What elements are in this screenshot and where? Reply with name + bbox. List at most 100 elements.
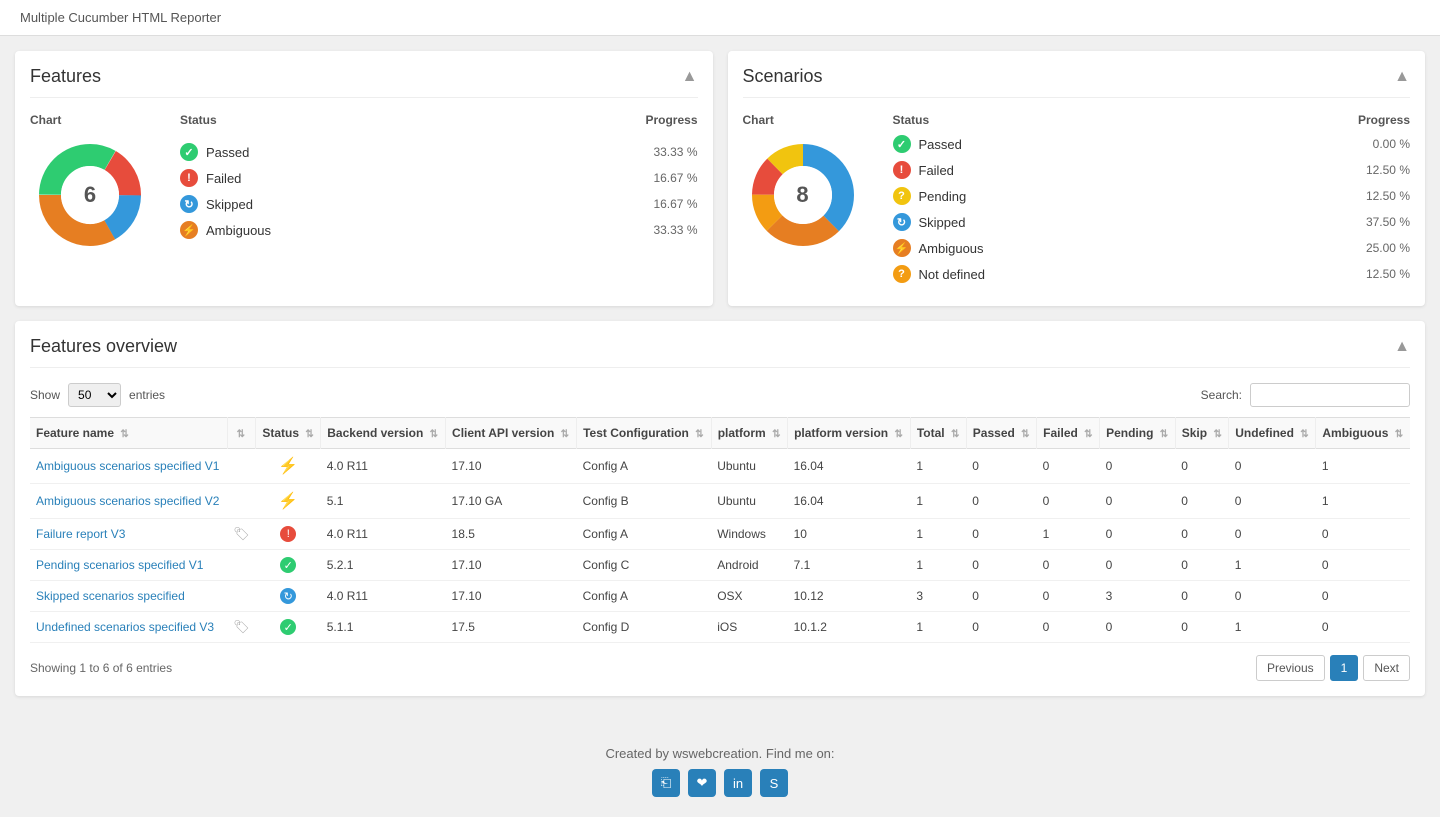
status-pct-passed: 33.33 % (653, 145, 697, 159)
td-status: ✓ (256, 612, 321, 643)
td-skip: 0 (1175, 519, 1229, 550)
search-label: Search: (1201, 388, 1242, 402)
th-ambiguous[interactable]: Ambiguous ⇅ (1316, 418, 1410, 449)
td-client-api: 17.5 (446, 612, 577, 643)
th-test-config[interactable]: Test Configuration ⇅ (577, 418, 712, 449)
sort-feature-name: ⇅ (120, 429, 128, 440)
feature-link[interactable]: Undefined scenarios specified V3 (36, 620, 214, 634)
scenarios-panel-header: Scenarios ▲ (743, 66, 1411, 98)
td-undefined: 0 (1229, 484, 1316, 519)
sort-passed: ⇅ (1021, 429, 1029, 440)
td-platform-version: 7.1 (788, 550, 911, 581)
feature-link[interactable]: Ambiguous scenarios specified V1 (36, 459, 219, 473)
td-platform: Android (711, 550, 787, 581)
th-pending[interactable]: Pending ⇅ (1100, 418, 1176, 449)
search-input[interactable] (1250, 383, 1410, 407)
td-test-config: Config C (577, 550, 712, 581)
sc-status-icon-skipped: ↻ (893, 213, 911, 231)
entries-select[interactable]: 50 10 25 100 (68, 383, 121, 407)
scenarios-status-area: ✓ Passed 0.00 % ! Failed 12.50 % ? Pendi… (893, 135, 1411, 291)
td-feature-name: Ambiguous scenarios specified V2 (30, 484, 227, 519)
scenarios-col-headers: Chart Status Progress (743, 113, 1411, 127)
td-passed: 0 (966, 519, 1036, 550)
feature-link[interactable]: Skipped scenarios specified (36, 589, 185, 603)
page-1-button[interactable]: 1 (1330, 655, 1359, 681)
td-backend: 4.0 R11 (321, 581, 446, 612)
scenarios-status-row: ↻ Skipped 37.50 % (893, 213, 1411, 231)
td-platform: Ubuntu (711, 449, 787, 484)
td-ambiguous: 0 (1316, 519, 1410, 550)
overview-panel: Features overview ▲ Show 50 10 25 100 en… (15, 321, 1425, 696)
sort-status: ⇅ (305, 429, 313, 440)
sc-status-pct-pending: 12.50 % (1366, 189, 1410, 203)
status-label-passed: Passed (206, 145, 653, 160)
th-passed[interactable]: Passed ⇅ (966, 418, 1036, 449)
features-status-row: ! Failed 16.67 % (180, 169, 698, 187)
th-failed[interactable]: Failed ⇅ (1037, 418, 1100, 449)
main-content: Features ▲ Chart Status Progress (0, 36, 1440, 726)
td-pending: 0 (1100, 519, 1176, 550)
features-title: Features (30, 66, 101, 87)
next-button[interactable]: Next (1363, 655, 1410, 681)
features-toggle[interactable]: ▲ (682, 68, 698, 86)
show-label: Show (30, 388, 60, 402)
sort-client-api: ⇅ (561, 429, 569, 440)
td-undefined: 1 (1229, 612, 1316, 643)
th-total[interactable]: Total ⇅ (910, 418, 966, 449)
github-icon[interactable]: ❤ (688, 769, 716, 797)
top-bar: Multiple Cucumber HTML Reporter (0, 0, 1440, 36)
th-status[interactable]: Status ⇅ (256, 418, 321, 449)
tag-icon: 🏷 (233, 619, 250, 635)
show-entries: Show 50 10 25 100 entries (30, 383, 165, 407)
th-platform-version[interactable]: platform version ⇅ (788, 418, 911, 449)
rss-icon[interactable]: ⎗ (652, 769, 680, 797)
td-ambiguous: 1 (1316, 484, 1410, 519)
table-row: Ambiguous scenarios specified V2 ⚡ 5.1 1… (30, 484, 1410, 519)
th-backend[interactable]: Backend version ⇅ (321, 418, 446, 449)
status-label-failed: Failed (206, 171, 653, 186)
showing-text: Showing 1 to 6 of 6 entries (30, 661, 172, 675)
th-platform[interactable]: platform ⇅ (711, 418, 787, 449)
feature-link[interactable]: Failure report V3 (36, 527, 125, 541)
scenarios-center-number: 8 (796, 182, 808, 208)
sort-undefined: ⇅ (1300, 429, 1308, 440)
th-client-api[interactable]: Client API version ⇅ (446, 418, 577, 449)
scenarios-col-chart: Chart (743, 113, 893, 127)
top-panels: Features ▲ Chart Status Progress (15, 51, 1425, 306)
status-icon-skipped: ↻ (180, 195, 198, 213)
sort-skip: ⇅ (1213, 429, 1221, 440)
status-label-skipped: Skipped (206, 197, 653, 212)
table-row: Pending scenarios specified V1 ✓ 5.2.1 1… (30, 550, 1410, 581)
td-pending: 0 (1100, 484, 1176, 519)
th-undefined[interactable]: Undefined ⇅ (1229, 418, 1316, 449)
td-total: 1 (910, 484, 966, 519)
table-header-row: Feature name ⇅ ⇅ Status ⇅ Backend versio… (30, 418, 1410, 449)
td-skip: 0 (1175, 612, 1229, 643)
features-col-status: Status (180, 113, 618, 127)
sc-status-icon-ambiguous: ⚡ (893, 239, 911, 257)
scenarios-col-progress: Progress (1330, 113, 1410, 127)
row-status-icon: ✓ (280, 619, 296, 635)
td-undefined: 0 (1229, 581, 1316, 612)
sc-status-label-ambiguous: Ambiguous (919, 241, 1366, 256)
features-status-row: ↻ Skipped 16.67 % (180, 195, 698, 213)
scenarios-status-row: ⚡ Ambiguous 25.00 % (893, 239, 1411, 257)
scenarios-toggle[interactable]: ▲ (1394, 68, 1410, 86)
td-feature-name: Undefined scenarios specified V3 (30, 612, 227, 643)
linkedin-icon[interactable]: in (724, 769, 752, 797)
features-status-row: ⚡ Ambiguous 33.33 % (180, 221, 698, 239)
td-backend: 5.1 (321, 484, 446, 519)
sort-ambiguous: ⇅ (1395, 429, 1403, 440)
th-tag[interactable]: ⇅ (227, 418, 256, 449)
sc-status-label-skipped: Skipped (919, 215, 1366, 230)
scenarios-status-row: ✓ Passed 0.00 % (893, 135, 1411, 153)
th-skip[interactable]: Skip ⇅ (1175, 418, 1229, 449)
stackoverflow-icon[interactable]: S (760, 769, 788, 797)
overview-toggle[interactable]: ▲ (1394, 338, 1410, 356)
status-icon-failed: ! (180, 169, 198, 187)
feature-link[interactable]: Pending scenarios specified V1 (36, 558, 203, 572)
td-ambiguous: 1 (1316, 449, 1410, 484)
prev-button[interactable]: Previous (1256, 655, 1325, 681)
th-feature-name[interactable]: Feature name ⇅ (30, 418, 227, 449)
feature-link[interactable]: Ambiguous scenarios specified V2 (36, 494, 219, 508)
